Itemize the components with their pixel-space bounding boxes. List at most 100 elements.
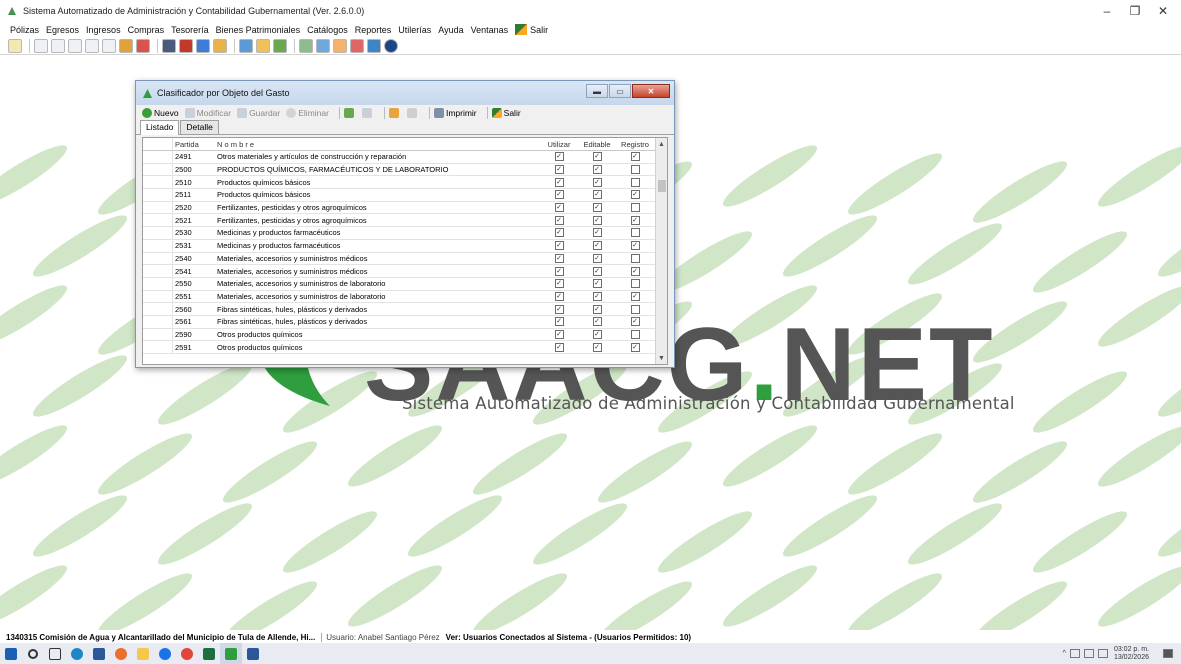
table-row[interactable]: 2531 Medicinas y productos farmacéuticos ✓…	[143, 239, 655, 253]
column-utilizar[interactable]: Utilizar	[540, 138, 578, 150]
table-row[interactable]: 2500 PRODUCTOS QUÍMICOS, FARMACÉUTICOS Y …	[143, 163, 655, 177]
taskbar-app-explorer[interactable]	[132, 643, 154, 664]
row-selector[interactable]	[143, 151, 173, 163]
utilizar-checkbox[interactable]: ✓	[554, 215, 564, 225]
catalog-icon[interactable]	[273, 38, 287, 53]
row-selector[interactable]	[143, 201, 173, 214]
editable-checkbox[interactable]: ✓	[592, 177, 602, 187]
taskbar-search[interactable]	[22, 643, 44, 664]
menu-catalogos[interactable]: Catálogos	[307, 25, 348, 35]
network-icon[interactable]	[1083, 649, 1094, 658]
utilizar-checkbox[interactable]: ✓	[554, 279, 564, 289]
close-button[interactable]: ✕	[1149, 2, 1177, 20]
form-icon[interactable]	[34, 38, 48, 53]
tab-listado[interactable]: Listado	[140, 120, 180, 135]
scroll-down-arrow-icon[interactable]: ▼	[656, 352, 667, 364]
package-icon[interactable]	[213, 38, 227, 53]
guardar-button[interactable]: Guardar	[237, 108, 280, 118]
menu-utilerias[interactable]: Utilerías	[398, 25, 431, 35]
registro-checkbox[interactable]	[630, 203, 640, 213]
table-row[interactable]: 2551 Materiales, accesorios y suministros…	[143, 290, 655, 304]
table-row[interactable]: 2560 Fibras sintéticas, hules, plásticos …	[143, 303, 655, 316]
menu-egresos[interactable]: Egresos	[46, 25, 79, 35]
clock[interactable]: 03:02 p. m. 13/02/2026	[1114, 646, 1149, 662]
search-icon[interactable]	[333, 38, 347, 53]
utilizar-checkbox[interactable]: ✓	[554, 291, 564, 301]
status-connected-users[interactable]: Ver: Usuarios Conectados al Sistema - (U…	[446, 633, 691, 642]
modificar-button[interactable]: Modificar	[184, 108, 231, 118]
row-selector[interactable]	[143, 315, 173, 328]
eliminar-button[interactable]: Eliminar	[286, 108, 329, 118]
row-selector[interactable]	[143, 290, 173, 303]
registro-checkbox[interactable]: ✓	[630, 190, 640, 200]
registro-checkbox[interactable]	[630, 177, 640, 187]
registro-checkbox[interactable]	[630, 279, 640, 289]
dialog-maximize-button[interactable]: ▭	[609, 84, 631, 98]
utilizar-checkbox[interactable]: ✓	[554, 304, 564, 314]
tools-icon[interactable]	[136, 38, 150, 53]
registro-checkbox[interactable]: ✓	[630, 317, 640, 327]
registro-checkbox[interactable]: ✓	[630, 266, 640, 276]
utilizar-checkbox[interactable]: ✓	[554, 329, 564, 339]
taskbar-app-chrome-2[interactable]	[176, 643, 198, 664]
maximize-button[interactable]: ❐	[1121, 2, 1149, 20]
help-icon[interactable]	[384, 38, 398, 53]
taskbar-app-calculator[interactable]	[88, 643, 110, 664]
dialog-close-button[interactable]: ✕	[632, 84, 670, 98]
registro-checkbox[interactable]: ✓	[630, 215, 640, 225]
column-registro[interactable]: Registro	[616, 138, 654, 150]
registro-checkbox[interactable]: ✓	[630, 291, 640, 301]
form-icon[interactable]	[68, 38, 82, 53]
utilizar-checkbox[interactable]: ✓	[554, 228, 564, 238]
utilizar-checkbox[interactable]: ✓	[554, 317, 564, 327]
menu-reportes[interactable]: Reportes	[355, 25, 392, 35]
row-selector[interactable]	[143, 163, 173, 176]
utilizar-checkbox[interactable]: ✓	[554, 342, 564, 352]
taskbar-app-media[interactable]	[110, 643, 132, 664]
menu-ayuda[interactable]: Ayuda	[438, 25, 463, 35]
editable-checkbox[interactable]: ✓	[592, 190, 602, 200]
column-partida[interactable]: Partida	[173, 138, 217, 150]
row-selector[interactable]	[143, 227, 173, 239]
taskbar-app-chrome[interactable]	[154, 643, 176, 664]
utilizar-checkbox[interactable]: ✓	[554, 190, 564, 200]
utilizar-checkbox[interactable]: ✓	[554, 241, 564, 251]
start-button[interactable]	[0, 643, 22, 664]
form-icon[interactable]	[85, 38, 99, 53]
input-method-icon[interactable]	[1097, 649, 1108, 658]
taskbar-app-browser[interactable]	[66, 643, 88, 664]
table-row[interactable]: 2590 Otros productos químicos ✓ ✓	[143, 328, 655, 342]
chart-icon[interactable]	[179, 38, 193, 53]
grid-scrollbar[interactable]: ▲ ▼	[655, 138, 667, 364]
table-row[interactable]: 2540 Materiales, accesorios y suministros…	[143, 252, 655, 266]
imprimir-button[interactable]: Imprimir	[433, 108, 477, 118]
menu-compras[interactable]: Compras	[128, 25, 165, 35]
editable-checkbox[interactable]: ✓	[592, 152, 602, 162]
scrollbar-thumb[interactable]	[658, 180, 666, 192]
menu-salir[interactable]: Salir	[515, 24, 548, 35]
task-view-button[interactable]	[44, 643, 66, 664]
menu-polizas[interactable]: Pólizas	[10, 25, 39, 35]
utilizar-checkbox[interactable]: ✓	[554, 152, 564, 162]
report-icon[interactable]	[196, 38, 210, 53]
utilizar-checkbox[interactable]: ✓	[554, 253, 564, 263]
editable-checkbox[interactable]: ✓	[592, 215, 602, 225]
calculator-icon[interactable]	[119, 38, 133, 53]
user-icon[interactable]	[350, 38, 364, 53]
taskbar-app-excel[interactable]	[198, 643, 220, 664]
new-doc-icon[interactable]	[8, 38, 22, 53]
utilizar-checkbox[interactable]: ✓	[554, 177, 564, 187]
editable-checkbox[interactable]: ✓	[592, 241, 602, 251]
editable-checkbox[interactable]: ✓	[592, 291, 602, 301]
scroll-up-arrow-icon[interactable]: ▲	[656, 138, 667, 150]
table-row[interactable]: 2510 Productos químicos básicos ✓ ✓	[143, 176, 655, 190]
registro-checkbox[interactable]	[630, 329, 640, 339]
editable-checkbox[interactable]: ✓	[592, 266, 602, 276]
minimize-button[interactable]: –	[1093, 2, 1121, 20]
utilizar-checkbox[interactable]: ✓	[554, 203, 564, 213]
registro-checkbox[interactable]	[630, 228, 640, 238]
utilizar-checkbox[interactable]: ✓	[554, 266, 564, 276]
editable-checkbox[interactable]: ✓	[592, 317, 602, 327]
salir-button[interactable]: Salir	[491, 108, 521, 118]
row-selector[interactable]	[143, 176, 173, 189]
